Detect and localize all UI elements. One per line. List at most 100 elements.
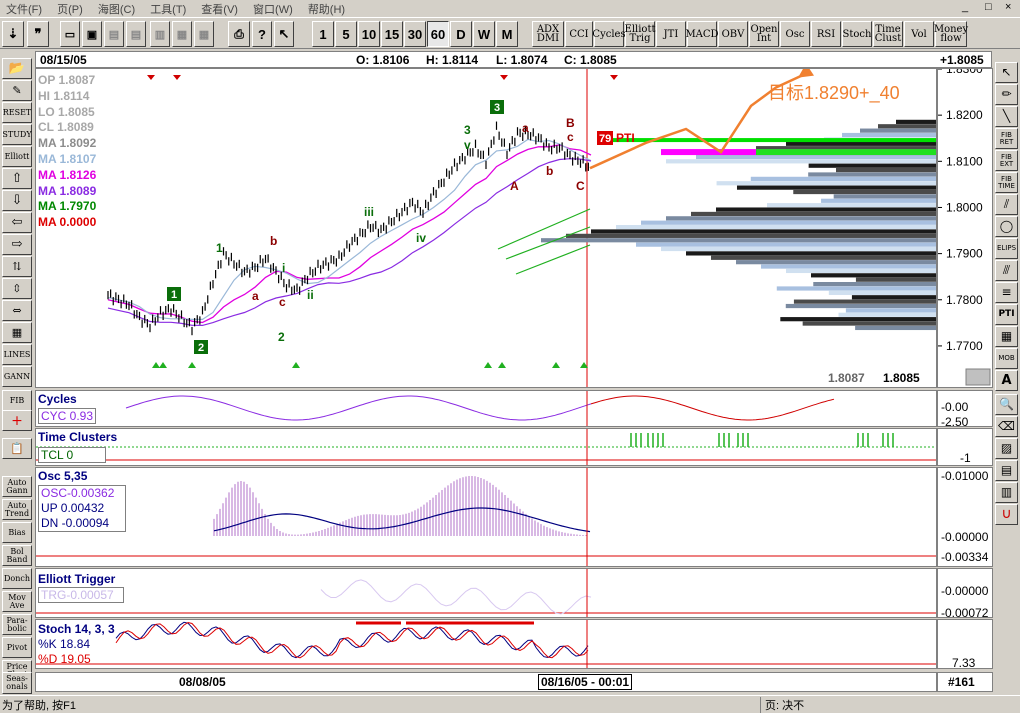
open-int-button[interactable]: Open Int (749, 21, 779, 47)
eraser-icon[interactable]: ⌫ (995, 416, 1018, 437)
grid-tool-icon[interactable]: ▦ (995, 326, 1018, 347)
channel-icon[interactable]: ⫽ (995, 194, 1018, 215)
trendline-icon[interactable]: ╲ (995, 106, 1018, 127)
interval-5-button[interactable]: 5 (335, 21, 357, 47)
interval-m-button[interactable]: M (496, 21, 518, 47)
jti-button[interactable]: JTI (656, 21, 686, 47)
notes-icon[interactable]: 📋 (2, 438, 32, 459)
donch-button[interactable]: Donch (2, 568, 32, 589)
obv-button[interactable]: OBV (718, 21, 748, 47)
mov-ave-button[interactable]: Mov Ave (2, 591, 32, 612)
interval-1-button[interactable]: 1 (312, 21, 334, 47)
mob-button[interactable]: MOB (995, 348, 1018, 369)
layout-icon[interactable]: ▥ (150, 21, 170, 47)
book-icon[interactable]: ▥ (995, 482, 1018, 503)
gann-button[interactable]: GANN (2, 366, 32, 387)
arrow-right-icon[interactable]: ⇨ (2, 234, 32, 255)
fib-button[interactable]: FIB (2, 390, 32, 411)
auto-gann-button[interactable]: Auto Gann (2, 476, 32, 497)
open-folder-icon[interactable]: 📂 (2, 58, 32, 79)
tile-icon[interactable]: ▦ (172, 21, 192, 47)
pencil-icon[interactable]: ✏ (995, 84, 1018, 105)
menu-window[interactable]: 窗口(W) (247, 0, 299, 18)
interval-60-button[interactable]: 60 (427, 21, 449, 47)
context-help-icon[interactable]: ↖ (274, 21, 294, 47)
bol-band-button[interactable]: Bol Band (2, 545, 32, 566)
arrow-down-icon[interactable]: ⇩ (2, 190, 32, 211)
table-icon[interactable]: ▤ (995, 460, 1018, 481)
interval-d-button[interactable]: D (450, 21, 472, 47)
osc-button[interactable]: Osc (780, 21, 810, 47)
price-scale[interactable]: 1.8300 1.8200 1.8100 1.8000 1.7900 1.7800 1.77… (937, 62, 993, 388)
copy-icon[interactable]: ▤ (104, 21, 124, 47)
quote-icon[interactable]: ❞ (27, 21, 49, 47)
arrow-up-icon[interactable]: ⇧ (2, 168, 32, 189)
speed-lines-icon[interactable]: ≡ (995, 282, 1018, 303)
osc-pane[interactable]: Osc 5,35 OSC-0.00362 UP 0.00432 DN -0.00… (35, 467, 937, 567)
menu-tools[interactable]: 工具(T) (144, 0, 192, 18)
rsi-button[interactable]: RSI (811, 21, 841, 47)
draw-tool-icon[interactable]: ✎ (2, 80, 32, 101)
circle-tool-icon[interactable]: ◯ (995, 216, 1018, 237)
new-page-icon[interactable]: ▭ (60, 21, 80, 47)
elliott-trigger-pane[interactable]: Elliott Trigger TRG-0.00057 (35, 568, 937, 618)
time-clust-button[interactable]: Time Clust (873, 21, 903, 47)
time-clusters-pane[interactable]: Time Clusters TCL 0 (35, 428, 937, 466)
cci-button[interactable]: CCI (565, 21, 593, 47)
adx-dmi-button[interactable]: ADX DMI (532, 21, 564, 47)
grid-toggle-icon[interactable]: ▦ (2, 322, 32, 343)
fib-ret-button[interactable]: FIB RET (995, 128, 1018, 149)
close-button[interactable]: × (1005, 1, 1011, 13)
price-chart-pane[interactable]: 目标1.8290+_40 79 PTI 1 2 3 1 2 3 a b c i ii iii iv v B Ca b c… (35, 68, 937, 388)
menu-help[interactable]: 帮助(H) (302, 0, 351, 18)
interval-w-button[interactable]: W (473, 21, 495, 47)
magnet-icon[interactable]: ∪ (995, 504, 1018, 525)
save-icon[interactable]: ▣ (82, 21, 102, 47)
fib-time-button[interactable]: FIB TIME (995, 172, 1018, 193)
reset-button[interactable]: RESET (2, 102, 32, 123)
interval-30-button[interactable]: 30 (404, 21, 426, 47)
expand-icon[interactable]: ⇔ (2, 300, 32, 321)
pivot-button[interactable]: Pivot (2, 637, 32, 658)
text-tool-button[interactable]: A (995, 370, 1018, 391)
grid-icon[interactable]: ▦ (194, 21, 214, 47)
paste-icon[interactable]: ▤ (126, 21, 146, 47)
study-button[interactable]: STUDY (2, 124, 32, 145)
parallel-lines-icon[interactable]: ⫻ (995, 260, 1018, 281)
menu-file[interactable]: 文件(F) (0, 0, 48, 18)
seasonals-button[interactable]: Seas-onals (2, 672, 32, 694)
select-arrow-icon[interactable]: ⇣ (2, 21, 24, 47)
time-axis[interactable]: 08/08/05 08/16/05 - 00:01 (35, 672, 937, 692)
vol-button[interactable]: Vol (904, 21, 934, 47)
pattern-icon[interactable]: ▨ (995, 438, 1018, 459)
arrow-left-icon[interactable]: ⇦ (2, 212, 32, 233)
stoch-button[interactable]: Stoch (842, 21, 872, 47)
zoom-icon[interactable]: ⇳ (2, 278, 32, 299)
compress-icon[interactable]: ⇅ (2, 256, 32, 277)
maximize-button[interactable]: □ (985, 1, 992, 13)
interval-10-button[interactable]: 10 (358, 21, 380, 47)
pti-button[interactable]: PTI (995, 304, 1018, 325)
elliott-button[interactable]: Elliott (2, 146, 32, 167)
elliott-trig-button[interactable]: Elliott Trig (625, 21, 655, 47)
print-icon[interactable]: ⎙ (228, 21, 250, 47)
fib-ext-button[interactable]: FIB EXT (995, 150, 1018, 171)
menu-view[interactable]: 查看(V) (195, 0, 244, 18)
menu-page[interactable]: 页(P) (51, 0, 89, 18)
arrow-tool-icon[interactable]: ↖ (995, 62, 1018, 83)
lines-button[interactable]: LINES (2, 344, 32, 365)
help-icon[interactable]: ? (252, 21, 272, 47)
parabolic-button[interactable]: Para-bolic (2, 614, 32, 635)
cycles-button[interactable]: Cycles (592, 21, 626, 47)
stoch-pane[interactable]: Stoch 14, 3, 3 %K 18.84 %D 19.05 (35, 619, 937, 669)
interval-15-button[interactable]: 15 (381, 21, 403, 47)
crosshair-icon[interactable]: + (2, 410, 32, 431)
elips-button[interactable]: ELIPS (995, 238, 1018, 259)
price-chart[interactable]: 目标1.8290+_4079 PTI123123abciiiiiiivvBCabc… (36, 69, 936, 387)
macd-button[interactable]: MACD (685, 21, 719, 47)
cycles-pane[interactable]: Cycles CYC 0.93 (35, 390, 937, 427)
bias-button[interactable]: Bias (2, 522, 32, 543)
zoom-in-icon[interactable]: 🔍 (995, 394, 1018, 415)
menu-chart[interactable]: 海图(C) (92, 0, 141, 18)
minimize-button[interactable]: _ (962, 1, 968, 13)
